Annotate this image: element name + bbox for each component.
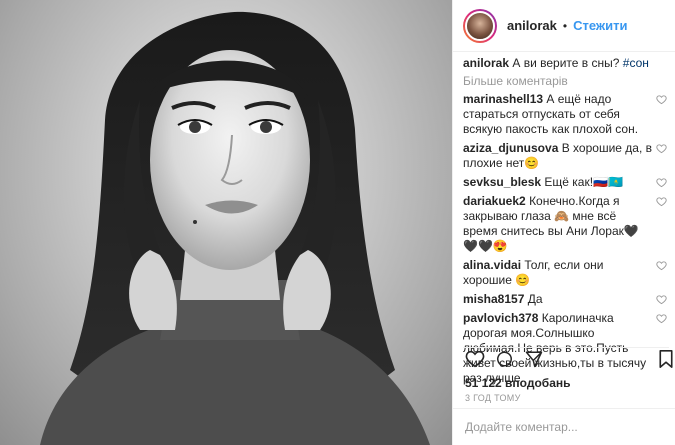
caption-username[interactable]: anilorak: [463, 56, 509, 70]
comment-username[interactable]: dariakuek2: [463, 194, 526, 208]
comment-username[interactable]: misha8157: [463, 292, 524, 306]
portrait-image: [40, 11, 430, 445]
heart-icon[interactable]: [656, 94, 667, 105]
caption-text: А ви верите в сны?: [512, 56, 620, 70]
comment-item: marinashell13 А ещё надо стараться отпус…: [463, 92, 673, 137]
caption-hashtag[interactable]: #сон: [623, 56, 649, 70]
heart-icon[interactable]: [656, 196, 667, 207]
share-icon[interactable]: [525, 350, 543, 368]
caption: anilorak А ви верите в сны? #сон: [463, 56, 673, 71]
comment-text: Ещё как!🇷🇺🇰🇿: [544, 175, 623, 189]
bookmark-icon[interactable]: [659, 350, 673, 368]
post-side-panel: anilorak • Стежити anilorak А ви верите …: [452, 0, 675, 445]
comment-item: dariakuek2 Конечно.Когда я закрываю глаз…: [463, 194, 673, 254]
add-comment-bar: [453, 408, 675, 445]
comment-username[interactable]: pavlovich378: [463, 311, 538, 325]
post-photo[interactable]: [0, 0, 452, 445]
heart-icon[interactable]: [656, 294, 667, 305]
heart-icon[interactable]: [656, 143, 667, 154]
header-username[interactable]: anilorak: [507, 18, 557, 33]
comment-username[interactable]: alina.vidai: [463, 258, 521, 272]
post-time[interactable]: 3 ГОД ТОМУ: [465, 393, 521, 403]
avatar[interactable]: [463, 8, 497, 43]
likes-count[interactable]: 51 122 вподобань: [465, 376, 571, 390]
post-header: anilorak • Стежити: [453, 0, 675, 52]
comment-item: aziza_djunusova В хорошие да, в плохие н…: [463, 141, 673, 171]
heart-icon[interactable]: [465, 350, 485, 368]
action-bar: [465, 350, 673, 368]
heart-icon[interactable]: [656, 313, 667, 324]
separator-dot: •: [562, 18, 568, 33]
more-comments-link[interactable]: Більше коментарів: [463, 74, 673, 88]
add-comment-input[interactable]: [465, 420, 655, 434]
heart-icon[interactable]: [656, 177, 667, 188]
comment-icon[interactable]: [495, 350, 514, 368]
comment-item: sevksu_blesk Ещё как!🇷🇺🇰🇿: [463, 175, 673, 190]
comment-username[interactable]: aziza_djunusova: [463, 141, 558, 155]
comments-list: anilorak А ви верите в сны? #сон Більше …: [463, 56, 673, 385]
comment-item: alina.vidai Толг, если они хорошие 😊: [463, 258, 673, 288]
comment-item: misha8157 Да: [463, 292, 673, 307]
follow-button[interactable]: Стежити: [573, 18, 627, 33]
heart-icon[interactable]: [656, 260, 667, 271]
comment-text: Да: [527, 292, 543, 306]
comment-username[interactable]: sevksu_blesk: [463, 175, 541, 189]
comment-username[interactable]: marinashell13: [463, 92, 543, 106]
